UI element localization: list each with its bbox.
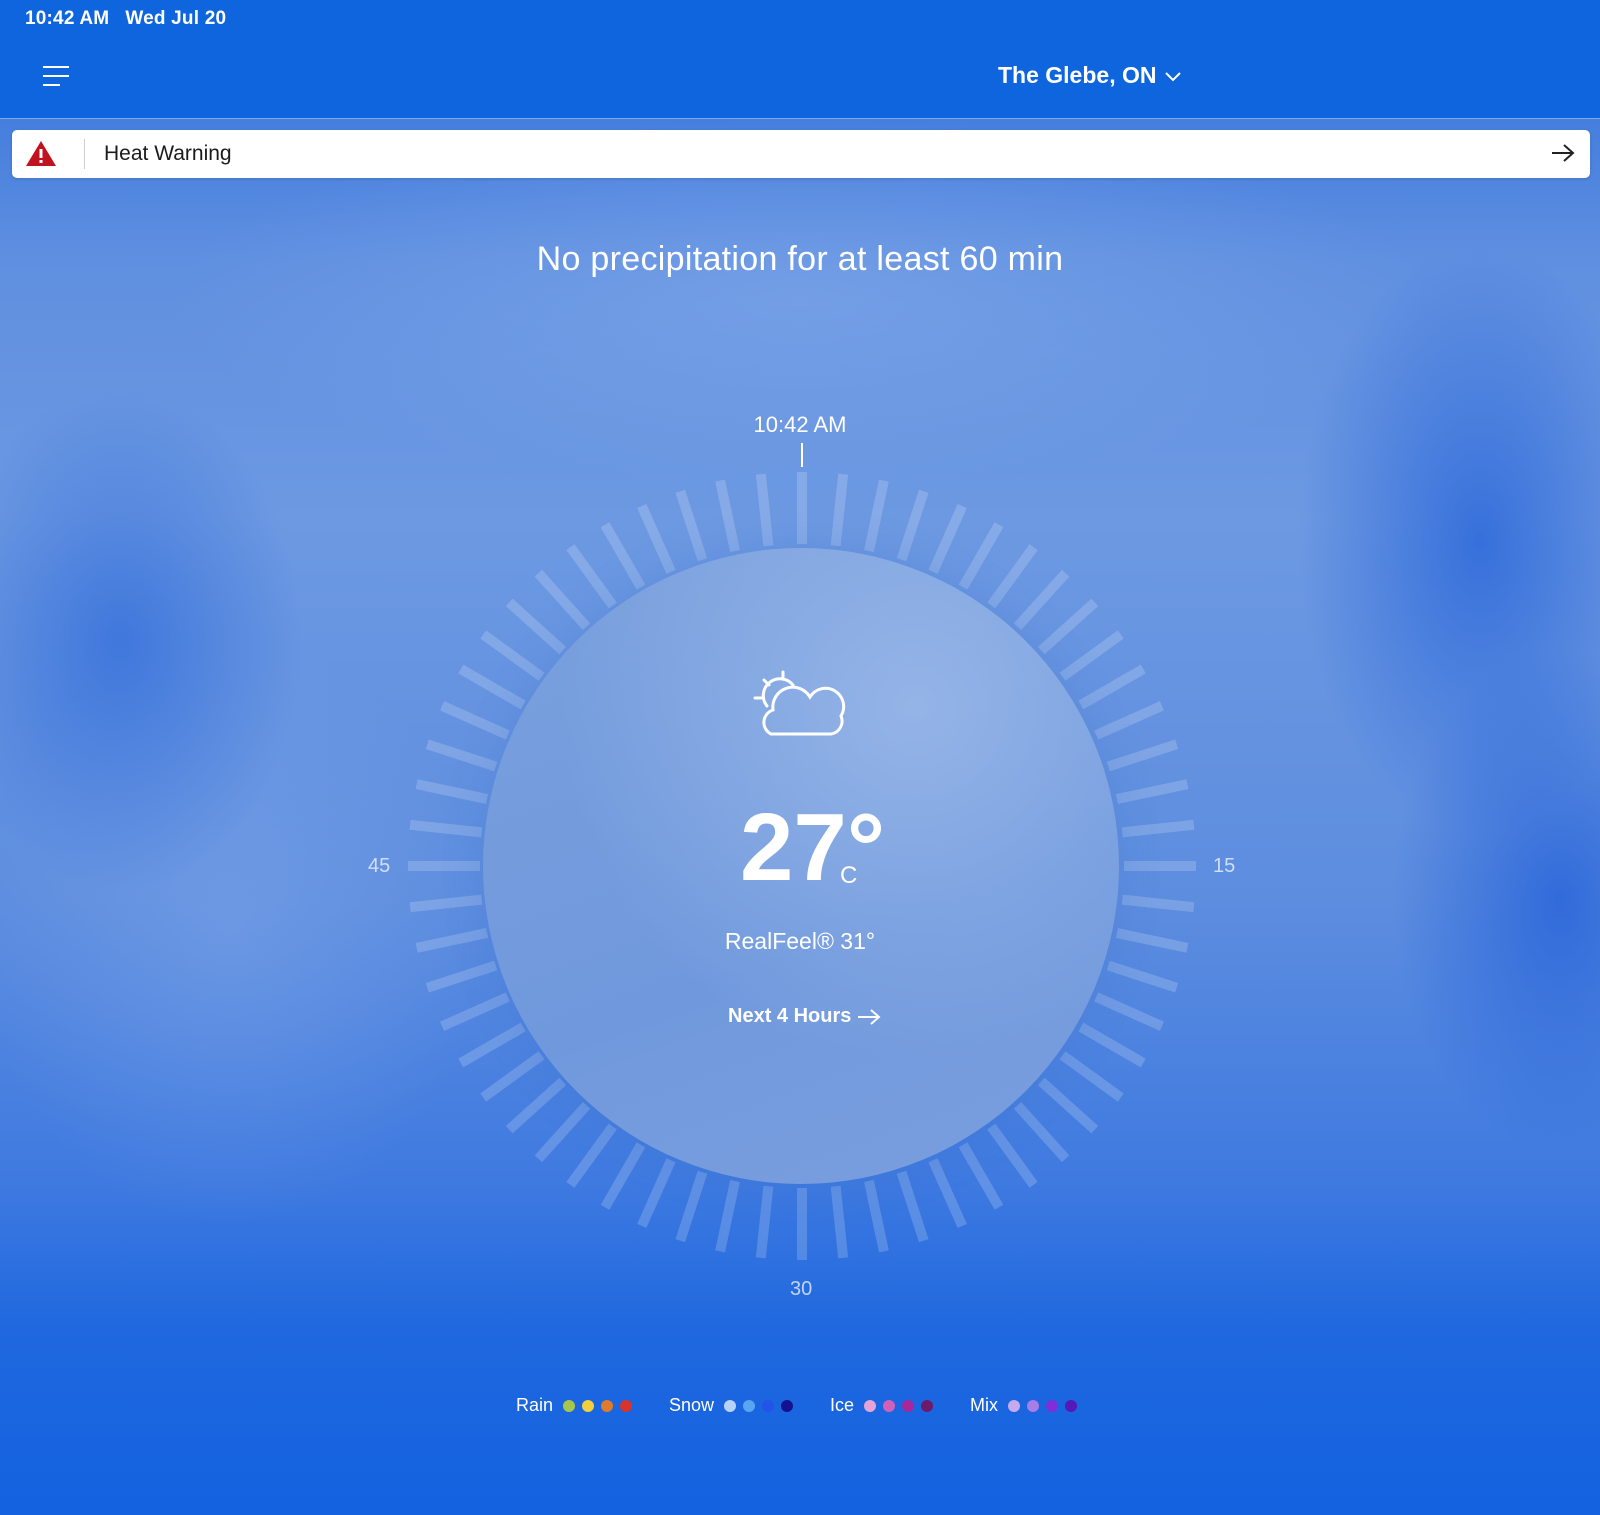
dial-tick: [440, 701, 510, 740]
dial-tick: [425, 960, 498, 993]
legend-color-dot: [921, 1399, 934, 1412]
dial-tick: [928, 1158, 967, 1228]
dial-tick: [415, 779, 489, 804]
dial-tick: [458, 664, 526, 710]
dial-label-45: 45: [368, 855, 391, 877]
dial-tick: [1094, 701, 1164, 740]
dial-tick: [896, 489, 929, 562]
dial-tick: [1059, 630, 1124, 681]
legend-label: Mix: [970, 1395, 999, 1415]
dial-tick: [440, 992, 510, 1031]
legend-color-dot: [619, 1399, 632, 1412]
dial-tick: [715, 1179, 740, 1253]
legend-color-dot: [743, 1399, 756, 1412]
legend-group-ice: Ice: [830, 1395, 940, 1416]
dial-tick: [755, 1185, 774, 1259]
dial-tick: [864, 1179, 889, 1253]
dial-tick: [1121, 819, 1195, 838]
dial-tick: [409, 819, 483, 838]
realfeel-temperature: RealFeel® 31°: [724, 928, 876, 954]
dial-tick: [958, 522, 1004, 590]
legend-color-dot: [1046, 1399, 1059, 1412]
dial-tick: [566, 1123, 617, 1188]
legend-group-mix: Mix: [970, 1395, 1084, 1416]
legend-color-dot: [1008, 1399, 1021, 1412]
dial-tick: [1013, 1101, 1070, 1163]
dial-tick: [830, 473, 849, 547]
legend-color-dot: [600, 1399, 613, 1412]
dial-tick: [675, 489, 708, 562]
dial-tick: [1094, 992, 1164, 1031]
dial-label-30: 30: [790, 1278, 813, 1300]
legend-color-dot: [724, 1399, 737, 1412]
dial-tick: [505, 1077, 567, 1134]
legend-color-dot: [562, 1399, 575, 1412]
legend-label: Snow: [668, 1395, 715, 1415]
dial-tick: [1115, 779, 1189, 804]
dial-tick: [600, 522, 646, 590]
dial-tick: [1037, 598, 1099, 655]
dial-tick: [896, 1170, 929, 1243]
legend-color-dot: [1027, 1399, 1040, 1412]
next-4-hours-link[interactable]: Next 4 Hours: [728, 1005, 881, 1028]
dial-tick: [600, 1142, 646, 1210]
temperature-unit: C: [840, 862, 858, 889]
legend-label: Ice: [830, 1395, 855, 1415]
dial-tick: [534, 1101, 591, 1163]
dial-tick: [1078, 1022, 1146, 1068]
dial-tick: [987, 544, 1038, 609]
dial-tick: [928, 504, 967, 574]
legend-color-dot: [762, 1399, 775, 1412]
dial-tick: [987, 1123, 1038, 1188]
dial-tick: [1121, 894, 1195, 913]
dial-tick: [715, 479, 740, 553]
precipitation-legend: Rain Snow Ice Mix: [0, 1395, 1600, 1416]
dial-tick: [1037, 1077, 1099, 1134]
legend-color-dot: [864, 1399, 877, 1412]
partly-cloudy-icon: [753, 670, 846, 736]
dial-tick: [1078, 664, 1146, 710]
current-temperature: 27°: [740, 794, 886, 901]
arrow-right-icon: [858, 1008, 881, 1025]
dial-tick: [425, 739, 498, 772]
legend-group-snow: Snow: [669, 1395, 800, 1416]
dial-tick: [637, 1158, 676, 1228]
dial-tick: [480, 630, 545, 681]
legend-color-dot: [781, 1399, 794, 1412]
legend-color-dot: [1065, 1399, 1078, 1412]
dial-tick: [566, 544, 617, 609]
next-hours-label: Next 4 Hours: [728, 1005, 852, 1027]
legend-group-rain: Rain: [516, 1395, 639, 1416]
dial-tick: [864, 479, 889, 553]
dial-tick: [675, 1170, 708, 1243]
dial-tick: [505, 598, 567, 655]
dial-tick: [755, 473, 774, 547]
dial-tick: [1059, 1051, 1124, 1102]
dial-tick: [1013, 569, 1070, 631]
dial-tick: [409, 894, 483, 913]
dial-tick: [637, 504, 676, 574]
dial-tick: [1106, 960, 1179, 993]
dial-tick: [480, 1051, 545, 1102]
legend-color-dot: [581, 1399, 594, 1412]
dial-label-15: 15: [1213, 855, 1236, 877]
dial-tick: [830, 1185, 849, 1259]
legend-label: Rain: [515, 1395, 553, 1415]
dial-tick: [534, 569, 591, 631]
legend-color-dot: [883, 1399, 896, 1412]
dial-tick: [958, 1142, 1004, 1210]
dial-tick: [458, 1022, 526, 1068]
legend-color-dot: [902, 1399, 915, 1412]
dial-tick: [1106, 739, 1179, 772]
